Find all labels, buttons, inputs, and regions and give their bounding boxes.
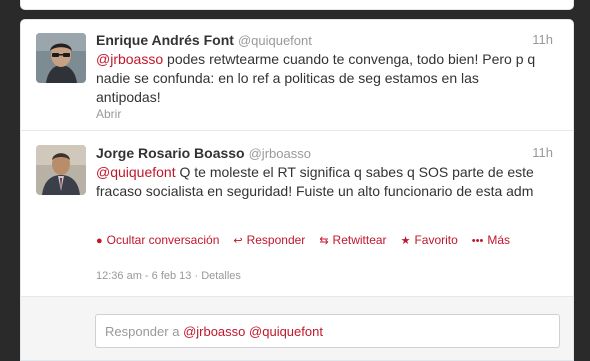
expand-link[interactable]: Abrir bbox=[96, 107, 121, 121]
reply-arrow-icon: ↩ bbox=[233, 235, 243, 247]
more-label: Más bbox=[487, 233, 511, 247]
tweet-actions: ● Ocultar conversación ↩ Responder ⇆ Retwitte… bbox=[96, 231, 524, 249]
reply-button[interactable]: ↩ Responder bbox=[233, 231, 305, 250]
mention-link[interactable]: @jrboasso bbox=[96, 51, 163, 67]
avatar[interactable] bbox=[36, 33, 86, 83]
details-link[interactable]: Detalles bbox=[201, 270, 241, 282]
tweet-header: Jorge Rosario Boasso @jrboasso 11h bbox=[96, 144, 561, 162]
tweet-header: Enrique Andrés Font @quiquefont 11h bbox=[96, 31, 561, 49]
tweet-enrique-font[interactable]: Enrique Andrés Font @quiquefont 11h @jrbo… bbox=[21, 20, 573, 131]
retweet-button[interactable]: ⇆ Retwittear bbox=[319, 231, 386, 250]
more-button[interactable]: ••• Más bbox=[472, 231, 510, 250]
avatar[interactable] bbox=[36, 145, 86, 195]
retweet-label: Retwittear bbox=[332, 233, 387, 247]
mention-link[interactable]: @quiquefont bbox=[96, 164, 176, 180]
star-icon: ★ bbox=[400, 235, 411, 247]
hide-conversation-button[interactable]: ● Ocultar conversación bbox=[96, 231, 219, 250]
tweet-time[interactable]: 11h bbox=[532, 144, 553, 162]
avatar-enrique-image bbox=[36, 33, 86, 83]
username[interactable]: @quiquefont bbox=[238, 33, 312, 48]
reply-input[interactable]: Responder a @jrboasso @quiquefont bbox=[95, 314, 560, 348]
tweet-time[interactable]: 11h bbox=[532, 31, 553, 49]
reply-label: Responder bbox=[246, 233, 306, 247]
favorite-label: Favorito bbox=[414, 233, 458, 247]
reply-mention: @quiquefont bbox=[249, 324, 323, 339]
fullname[interactable]: Enrique Andrés Font bbox=[96, 32, 234, 48]
previous-tweet-card bbox=[20, 0, 574, 10]
tweet-jorge-boasso[interactable]: Jorge Rosario Boasso @jrboasso 11h @quiqu… bbox=[21, 131, 573, 297]
favorite-button[interactable]: ★ Favorito bbox=[401, 231, 458, 250]
tweet-timestamp[interactable]: 12:36 am - 6 feb 13 bbox=[96, 270, 191, 282]
meta-separator: · bbox=[191, 270, 202, 282]
tweet-meta: 12:36 am - 6 feb 13 · Detalles bbox=[96, 270, 241, 282]
hide-conversation-label: Ocultar conversación bbox=[106, 233, 220, 247]
reply-mention: @jrboasso bbox=[183, 324, 246, 339]
reply-prefix: Responder a bbox=[105, 324, 184, 339]
username[interactable]: @jrboasso bbox=[249, 146, 311, 161]
tweet-text: @jrboasso podes retwtearme cuando te con… bbox=[96, 50, 544, 107]
tweet-text: @quiquefont Q te moleste el RT significa… bbox=[96, 163, 544, 201]
speech-bubble-icon: ● bbox=[96, 235, 103, 247]
ellipsis-icon: ••• bbox=[471, 235, 484, 247]
tweet-stream: Enrique Andrés Font @quiquefont 11h @jrbo… bbox=[20, 19, 574, 361]
avatar-jorge-image bbox=[36, 145, 86, 195]
reply-area: Responder a @jrboasso @quiquefont bbox=[21, 297, 573, 360]
retweet-icon: ⇆ bbox=[319, 235, 329, 247]
fullname[interactable]: Jorge Rosario Boasso bbox=[96, 145, 245, 161]
